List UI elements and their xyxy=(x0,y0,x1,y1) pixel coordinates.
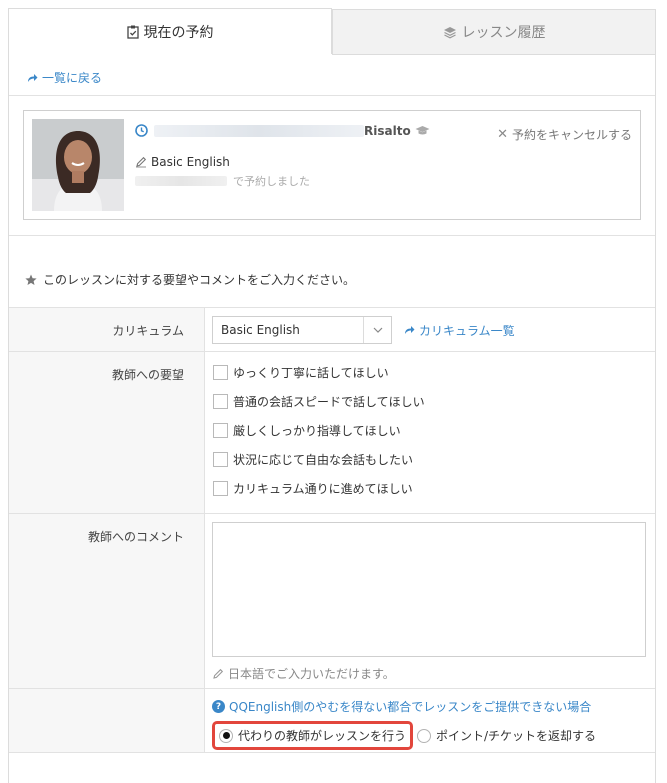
booked-date-row: で予約しました xyxy=(135,173,310,189)
chevron-down-icon xyxy=(373,327,382,333)
tab-label: レッスン履歴 xyxy=(461,25,546,41)
substitute-teacher-option[interactable]: 代わりの教師がレッスンを行う xyxy=(212,721,414,750)
reservation-card: Risalto ✕ 予約をキャンセルする Basic English で予約しま… xyxy=(23,110,641,220)
pencil-icon xyxy=(213,668,224,679)
layers-icon xyxy=(443,26,456,38)
cancel-reservation-button[interactable]: ✕ 予約をキャンセルする xyxy=(497,126,632,143)
question-icon: ? xyxy=(212,700,225,713)
request-option[interactable]: 普通の会話スピードで話してほしい xyxy=(212,387,648,416)
radio-button[interactable] xyxy=(219,728,233,743)
curriculum-select[interactable]: Basic English xyxy=(212,316,392,344)
teacher-name[interactable]: Risalto xyxy=(364,124,430,138)
empty-label xyxy=(9,689,205,752)
unavailable-info-link[interactable]: ? QQEnglish側のやむを得ない都合でレッスンをご提供できない場合 xyxy=(212,698,648,715)
request-option[interactable]: カリキュラム通りに進めてほしい xyxy=(212,474,648,503)
radio-button[interactable] xyxy=(417,728,432,743)
tab-current-reservation[interactable]: 現在の予約 xyxy=(8,8,332,54)
request-option[interactable]: 状況に応じて自由な会話もしたい xyxy=(212,445,648,474)
graduation-cap-icon xyxy=(415,126,430,135)
tab-label: 現在の予約 xyxy=(143,24,214,41)
lesson-time-row xyxy=(135,124,364,137)
comment-label: 教師へのコメント xyxy=(9,514,205,688)
checkbox[interactable] xyxy=(213,365,228,380)
comment-textarea[interactable] xyxy=(212,522,646,657)
curriculum-list-link[interactable]: カリキュラム一覧 xyxy=(404,322,515,339)
lesson-request-form: カリキュラム Basic English カリキュラム一覧 教師への要望 ゆっく… xyxy=(9,307,655,753)
divider xyxy=(9,235,655,236)
checkbox[interactable] xyxy=(213,423,228,438)
refund-option[interactable]: ポイント/チケットを返却する xyxy=(417,727,596,744)
checkbox[interactable] xyxy=(213,394,228,409)
unavailable-option-row: ? QQEnglish側のやむを得ない都合でレッスンをご提供できない場合 代わり… xyxy=(9,689,655,753)
teacher-photo xyxy=(32,119,124,211)
share-arrow-icon xyxy=(28,73,38,82)
tab-bar: 現在の予約 レッスン履歴 xyxy=(8,8,656,55)
curriculum-label: カリキュラム xyxy=(9,308,205,351)
checkbox[interactable] xyxy=(213,481,228,496)
comment-hint: 日本語でご入力いただけます。 xyxy=(212,665,648,682)
course-row: Basic English xyxy=(135,155,230,169)
close-icon: ✕ xyxy=(497,127,508,142)
pencil-icon xyxy=(136,156,147,168)
clock-icon xyxy=(135,124,148,137)
request-option[interactable]: 厳しくしっかり指導してほしい xyxy=(212,416,648,445)
checkbox[interactable] xyxy=(213,452,228,467)
clipboard-check-icon xyxy=(126,25,139,39)
divider xyxy=(9,95,655,96)
main-panel: 一覧に戻る Risalto ✕ 予約をキャンセルする Basic English… xyxy=(8,53,656,783)
share-arrow-icon xyxy=(405,326,415,334)
back-to-list-link[interactable]: 一覧に戻る xyxy=(27,69,102,86)
curriculum-row: カリキュラム Basic English カリキュラム一覧 xyxy=(9,308,655,352)
tab-lesson-history[interactable]: レッスン履歴 xyxy=(332,9,656,55)
requests-label: 教師への要望 xyxy=(9,352,205,513)
request-option[interactable]: ゆっくり丁寧に話してほしい xyxy=(212,358,648,387)
teacher-comment-row: 教師へのコメント 日本語でご入力いただけます。 xyxy=(9,514,655,689)
booked-date-redacted xyxy=(135,176,227,186)
teacher-requests-row: 教師への要望 ゆっくり丁寧に話してほしい 普通の会話スピードで話してほしい 厳し… xyxy=(9,352,655,514)
comment-instruction: このレッスンに対する要望やコメントをご入力ください。 xyxy=(25,271,355,288)
star-icon xyxy=(25,274,37,285)
lesson-time-redacted xyxy=(154,124,364,137)
